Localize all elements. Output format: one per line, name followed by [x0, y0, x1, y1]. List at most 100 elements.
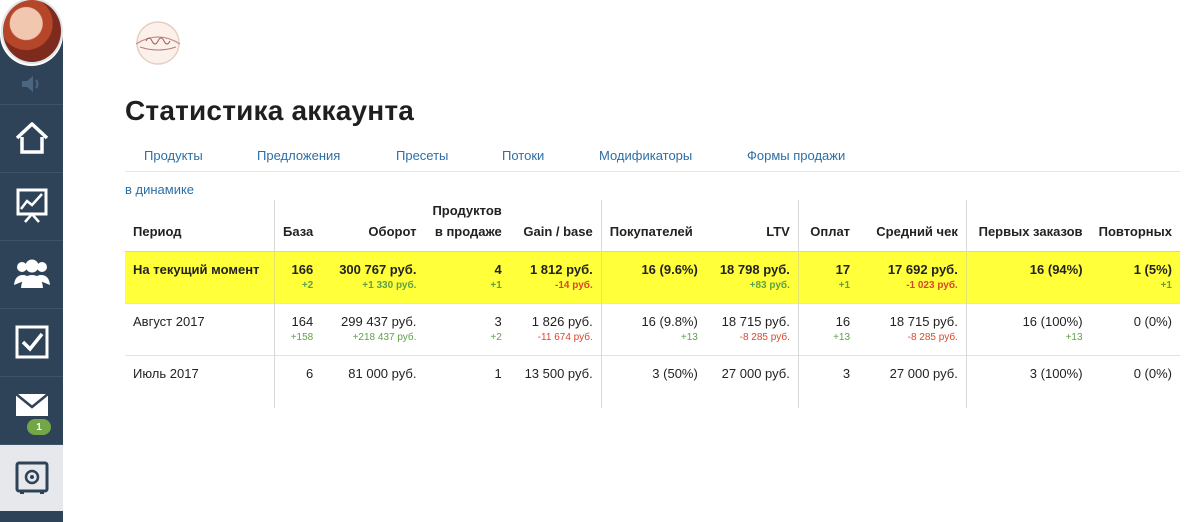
col-ltv: LTV [766, 224, 790, 239]
home-icon [15, 122, 48, 154]
cell-buyers-value: 3 (50%) [652, 366, 698, 381]
col-turnover: Оборот [368, 224, 417, 239]
col-gain: Gain / base [523, 224, 593, 239]
col-period: Период [133, 224, 182, 239]
cell-base-value: 166 [291, 262, 314, 277]
nav-users[interactable] [0, 240, 63, 307]
cell-gain-value: 1 812 руб. [529, 262, 593, 277]
cell-products-value: 1 [494, 366, 502, 381]
cell-base-delta: +158 [290, 332, 314, 343]
cell-ltv: 18 798 руб. +83 руб. [705, 251, 799, 304]
cell-repeat-value: 1 (5%) [1133, 262, 1172, 277]
cell-gain-value: 13 500 руб. [524, 366, 593, 381]
tab-sale-forms[interactable]: Формы продажи [747, 148, 845, 163]
cell-first-orders: 16 (100%) +13 [965, 303, 1091, 356]
cell-products-value: 4 [494, 262, 502, 277]
cell-ltv-value: 18 715 руб. [721, 314, 790, 329]
cell-base-value: 6 [306, 366, 314, 381]
cell-base: 6 [273, 355, 322, 408]
cell-payments: 16 +13 [797, 303, 859, 356]
cell-products-delta: +2 [490, 332, 502, 343]
cell-gain: 1 826 руб. -11 674 руб. [509, 303, 602, 356]
tab-products[interactable]: Продукты [144, 148, 203, 163]
cell-ltv: 27 000 руб. [705, 355, 799, 408]
dynamics-link[interactable]: в динамике [125, 182, 194, 197]
cell-products-delta: +1 [490, 280, 502, 291]
cell-repeat: 0 (0%) [1090, 355, 1180, 408]
cell-payments-delta: +1 [838, 280, 851, 291]
tabs-bar: Продукты Предложения Пресеты Потоки Моди… [125, 146, 1180, 172]
table-row-august-2017: Август 2017 164 +158 299 437 руб. +218 437… [125, 303, 1180, 356]
nav-mail[interactable]: 1 [0, 376, 63, 443]
page-title: Статистика аккаунта [125, 95, 415, 126]
cell-products: 1 [424, 355, 510, 408]
cell-period: Август 2017 [125, 303, 275, 356]
cell-products: 4 +1 [424, 251, 510, 304]
col-repeat: Повторных [1098, 224, 1172, 239]
nav-stats[interactable] [0, 172, 63, 239]
safe-icon [15, 461, 48, 494]
cell-turnover-value: 300 767 руб. [339, 262, 417, 277]
cell-repeat-value: 0 (0%) [1133, 366, 1172, 381]
nav-home[interactable] [0, 104, 63, 171]
cell-turnover-value: 299 437 руб. [341, 314, 417, 329]
cell-ltv: 18 715 руб. -8 285 руб. [705, 303, 799, 356]
speaker-icon[interactable] [18, 74, 44, 94]
cell-avg-check: 27 000 руб. [858, 355, 967, 408]
cell-turnover: 81 000 руб. [321, 355, 425, 408]
cell-ltv-value: 18 798 руб. [719, 262, 790, 277]
cell-period-value: Август 2017 [133, 314, 205, 329]
cell-repeat: 0 (0%) [1090, 303, 1180, 356]
cell-period-value: Июль 2017 [133, 366, 199, 381]
cell-repeat-value: 0 (0%) [1133, 314, 1172, 329]
checkbox-icon [15, 325, 48, 359]
cell-base-delta: +2 [301, 280, 314, 291]
cell-base: 164 +158 [273, 303, 322, 356]
tab-flows[interactable]: Потоки [502, 148, 544, 163]
users-icon [13, 259, 50, 288]
avatar-photo [1, 0, 63, 64]
mail-icon [14, 393, 49, 416]
cell-turnover-delta: +218 437 руб. [352, 332, 417, 343]
stats-table: Период База Оборот Продуктов в продаже G… [125, 200, 1180, 408]
cell-period-value: На текущий момент [133, 262, 260, 277]
cell-period: Июль 2017 [125, 355, 275, 408]
cell-first-orders-value: 16 (100%) [1022, 314, 1083, 329]
cell-buyers: 16 (9.8%) +13 [600, 303, 706, 356]
sidebar: 1 [0, 0, 63, 522]
cell-first-orders: 3 (100%) [965, 355, 1091, 408]
cell-ltv-value: 27 000 руб. [721, 366, 790, 381]
chart-icon [16, 188, 47, 223]
cell-first-orders: 16 (94%) [965, 251, 1091, 304]
cell-products-value: 3 [494, 314, 502, 329]
cell-avg-check-value: 17 692 руб. [887, 262, 958, 277]
cell-first-orders-value: 16 (94%) [1029, 262, 1083, 277]
cell-avg-check-value: 18 715 руб. [889, 314, 958, 329]
cell-ltv-delta: -8 285 руб. [739, 332, 790, 343]
nav-settings[interactable] [0, 444, 63, 511]
table-row-july-2017: Июль 2017 6 81 000 руб. 1 13 500 руб. 3 … [125, 355, 1180, 408]
cell-gain-delta: -14 руб. [555, 280, 593, 291]
mail-badge: 1 [25, 417, 53, 437]
cell-payments: 3 [797, 355, 859, 408]
cell-buyers: 16 (9.6%) [600, 251, 706, 304]
cell-buyers-value: 16 (9.8%) [641, 314, 698, 329]
user-avatar[interactable] [0, 0, 63, 66]
cell-turnover: 300 767 руб. +1 330 руб. [321, 251, 425, 304]
cell-avg-check: 18 715 руб. -8 285 руб. [858, 303, 967, 356]
col-products-line2: в продаже [434, 224, 502, 239]
col-base: База [273, 200, 322, 252]
col-products: Продуктов в продаже [424, 200, 509, 252]
tab-modifiers[interactable]: Модификаторы [599, 148, 692, 163]
col-first-orders: Первых заказов [965, 200, 1091, 252]
cell-ltv-delta: +83 руб. [749, 280, 790, 291]
cell-first-orders-value: 3 (100%) [1029, 366, 1083, 381]
tab-presets[interactable]: Пресеты [396, 148, 448, 163]
cell-gain: 1 812 руб. -14 руб. [509, 251, 602, 304]
col-buyers: Покупателей [600, 200, 706, 252]
tab-offers[interactable]: Предложения [257, 148, 340, 163]
cell-repeat-delta: +1 [1160, 280, 1172, 291]
cell-products: 3 +2 [424, 303, 510, 356]
cell-avg-check: 17 692 руб. -1 023 руб. [858, 251, 967, 304]
nav-tasks[interactable] [0, 308, 63, 375]
